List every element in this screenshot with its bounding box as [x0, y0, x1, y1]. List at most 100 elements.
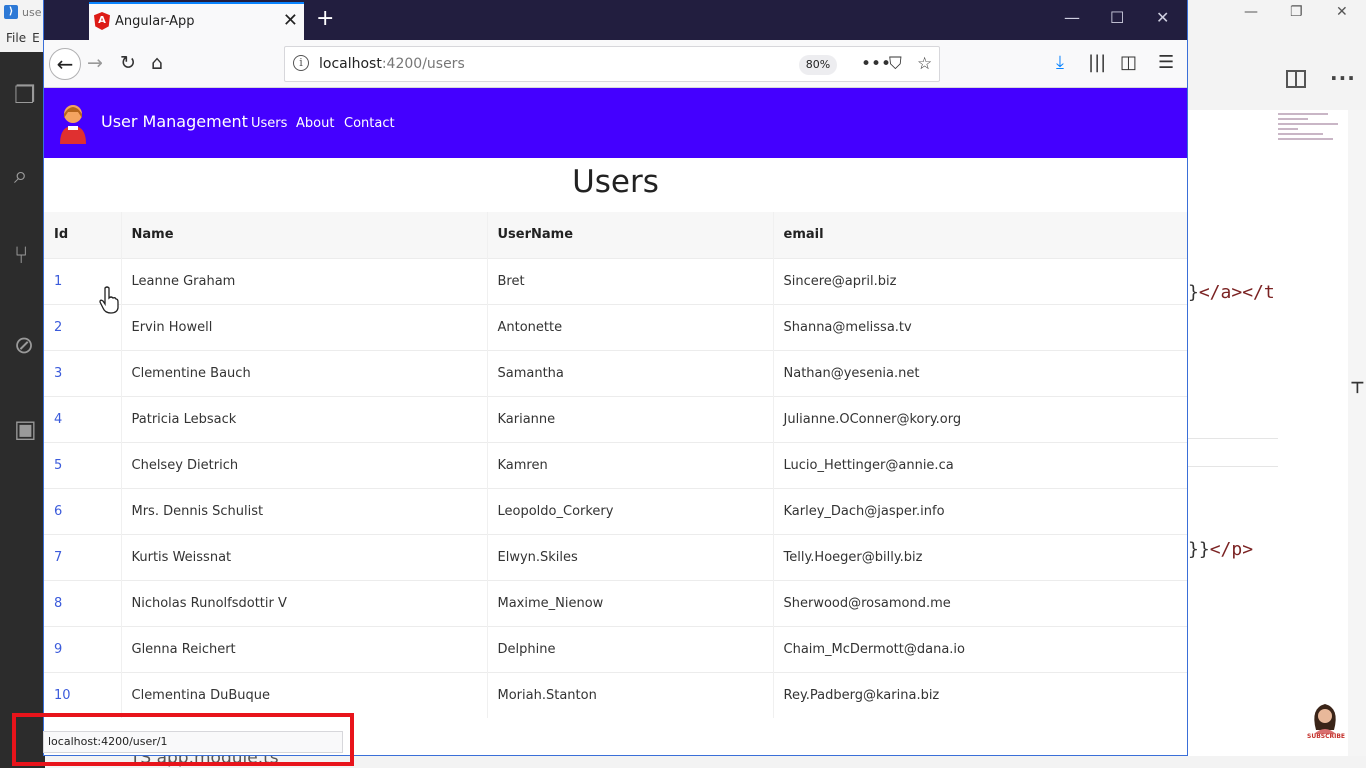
- user-email: Julianne.OConner@kory.org: [773, 395, 1187, 442]
- user-id-link[interactable]: 4: [44, 395, 122, 442]
- nav-link-about[interactable]: About: [296, 116, 334, 131]
- user-email: Chaim_McDermott@dana.io: [773, 625, 1187, 672]
- user-username: Maxime_Nienow: [487, 579, 774, 626]
- user-username: Kamren: [487, 441, 774, 488]
- user-id-link[interactable]: 3: [44, 349, 122, 396]
- editor-scrollbar[interactable]: [1348, 110, 1366, 768]
- subscribe-label[interactable]: SUBSCRIBE: [1307, 733, 1345, 740]
- browser-toolbar: ← → ↻ ⌂ i localhost:4200/users 80% ••• ⛉…: [44, 40, 1187, 88]
- tab-close-icon[interactable]: ✕: [283, 10, 298, 31]
- user-id-link[interactable]: 5: [44, 441, 122, 488]
- table-row: 1 Leanne Graham Bret Sincere@april.biz: [44, 257, 1187, 304]
- user-username: Moriah.Stanton: [487, 671, 774, 718]
- browser-minimize-icon[interactable]: —: [1064, 8, 1080, 27]
- address-bar[interactable]: i localhost:4200/users 80% ••• ⛉ ☆: [284, 46, 940, 82]
- user-id-link[interactable]: 9: [44, 625, 122, 672]
- table-row: 10 Clementina DuBuque Moriah.Stanton Rey.Pa…: [44, 671, 1187, 718]
- user-name: Mrs. Dennis Schulist: [121, 487, 488, 534]
- minimap[interactable]: [1278, 110, 1348, 165]
- home-icon[interactable]: ⌂: [151, 52, 163, 74]
- split-editor-icon[interactable]: [1286, 70, 1306, 88]
- column-header-email: email: [773, 212, 1187, 258]
- hand-pointer-icon: [99, 286, 119, 314]
- tab-title: Angular-App: [115, 14, 195, 29]
- vscode-restore-icon[interactable]: ❐: [1290, 4, 1303, 20]
- url-text[interactable]: localhost:4200/users: [319, 56, 465, 72]
- zoom-indicator[interactable]: 80%: [799, 55, 837, 75]
- user-name: Kurtis Weissnat: [121, 533, 488, 580]
- text-cursor-icon: ⊤: [1350, 378, 1365, 397]
- vscode-activity-bar: ❐ ⌕ ⑂ ⊘ ▣: [0, 52, 45, 768]
- user-name: Patricia Lebsack: [121, 395, 488, 442]
- forward-arrow-icon[interactable]: →: [87, 52, 103, 74]
- user-username: Elwyn.Skiles: [487, 533, 774, 580]
- user-id-link[interactable]: 8: [44, 579, 122, 626]
- explorer-icon[interactable]: ❐: [14, 80, 44, 110]
- column-header-username: UserName: [487, 212, 774, 258]
- vscode-close-icon[interactable]: ✕: [1336, 4, 1348, 20]
- reload-icon[interactable]: ↻: [120, 52, 136, 74]
- pocket-icon[interactable]: ⛉: [889, 54, 902, 74]
- site-info-icon[interactable]: i: [293, 55, 309, 71]
- user-username: Karianne: [487, 395, 774, 442]
- user-username: Bret: [487, 257, 774, 304]
- column-header-id: Id: [44, 212, 122, 258]
- user-id-link[interactable]: 6: [44, 487, 122, 534]
- highlight-annotation: [12, 713, 354, 766]
- debug-icon[interactable]: ⊘: [14, 330, 44, 360]
- back-arrow-icon[interactable]: ←: [49, 48, 81, 80]
- library-icon[interactable]: |||: [1088, 52, 1106, 73]
- downloads-icon[interactable]: ⤓: [1056, 52, 1064, 73]
- table-row: 2 Ervin Howell Antonette Shanna@melissa.tv: [44, 303, 1187, 350]
- column-header-name: Name: [121, 212, 488, 258]
- user-name: Clementine Bauch: [121, 349, 488, 396]
- user-name: Chelsey Dietrich: [121, 441, 488, 488]
- hamburger-menu-icon[interactable]: ☰: [1158, 52, 1174, 73]
- user-email: Sherwood@rosamond.me: [773, 579, 1187, 626]
- user-id-link[interactable]: 7: [44, 533, 122, 580]
- source-control-icon[interactable]: ⑂: [14, 240, 44, 270]
- user-name: Clementina DuBuque: [121, 671, 488, 718]
- bookmark-star-icon[interactable]: ☆: [917, 54, 932, 74]
- browser-tab-active[interactable]: A Angular-App ✕: [89, 2, 304, 40]
- vscode-window-title: use: [22, 6, 42, 19]
- user-name: Ervin Howell: [121, 303, 488, 350]
- editor-divider: [1188, 466, 1278, 467]
- user-name: Leanne Graham: [121, 257, 488, 304]
- table-row: 7 Kurtis Weissnat Elwyn.Skiles Telly.Hoeger…: [44, 533, 1187, 580]
- sidebar-icon[interactable]: ◫: [1120, 52, 1137, 73]
- search-icon[interactable]: ⌕: [14, 160, 44, 190]
- user-email: Lucio_Hettinger@annie.ca: [773, 441, 1187, 488]
- vscode-menu-bar[interactable]: File E: [6, 31, 46, 45]
- user-email: Sincere@april.biz: [773, 257, 1187, 304]
- user-name: Nicholas Runolfsdottir V: [121, 579, 488, 626]
- user-username: Samantha: [487, 349, 774, 396]
- browser-window: A Angular-App ✕ + — ☐ ✕ ← → ↻ ⌂ i localh…: [43, 0, 1188, 756]
- users-table: Id Name UserName email 1 Leanne Graham Bre…: [44, 212, 1187, 718]
- page-title: Users: [572, 164, 659, 200]
- user-email: Telly.Hoeger@billy.biz: [773, 533, 1187, 580]
- menu-item-edit[interactable]: E: [32, 31, 40, 45]
- user-username: Delphine: [487, 625, 774, 672]
- user-id-link[interactable]: 10: [44, 671, 122, 718]
- browser-maximize-icon[interactable]: ☐: [1110, 8, 1124, 27]
- extensions-icon[interactable]: ▣: [14, 414, 44, 444]
- user-email: Karley_Dach@jasper.info: [773, 487, 1187, 534]
- user-username: Leopoldo_Corkery: [487, 487, 774, 534]
- user-email: Shanna@melissa.tv: [773, 303, 1187, 350]
- nav-link-contact[interactable]: Contact: [344, 116, 395, 131]
- code-line-2: }}</p>: [1188, 539, 1254, 560]
- browser-close-icon[interactable]: ✕: [1156, 8, 1169, 27]
- page-actions-icon[interactable]: •••: [861, 54, 891, 74]
- code-line-1: }</a></t: [1188, 282, 1275, 303]
- more-actions-icon[interactable]: ···: [1330, 66, 1356, 90]
- menu-item-file[interactable]: File: [6, 31, 26, 45]
- app-brand[interactable]: User Management: [101, 112, 248, 131]
- vscode-minimize-icon[interactable]: —: [1244, 4, 1258, 20]
- nav-link-users[interactable]: Users: [251, 116, 287, 131]
- user-email: Nathan@yesenia.net: [773, 349, 1187, 396]
- new-tab-icon[interactable]: +: [316, 6, 334, 31]
- angular-logo-icon: A: [94, 12, 110, 30]
- user-logo-icon[interactable]: [56, 102, 90, 144]
- table-row: 9 Glenna Reichert Delphine Chaim_McDermott@…: [44, 625, 1187, 672]
